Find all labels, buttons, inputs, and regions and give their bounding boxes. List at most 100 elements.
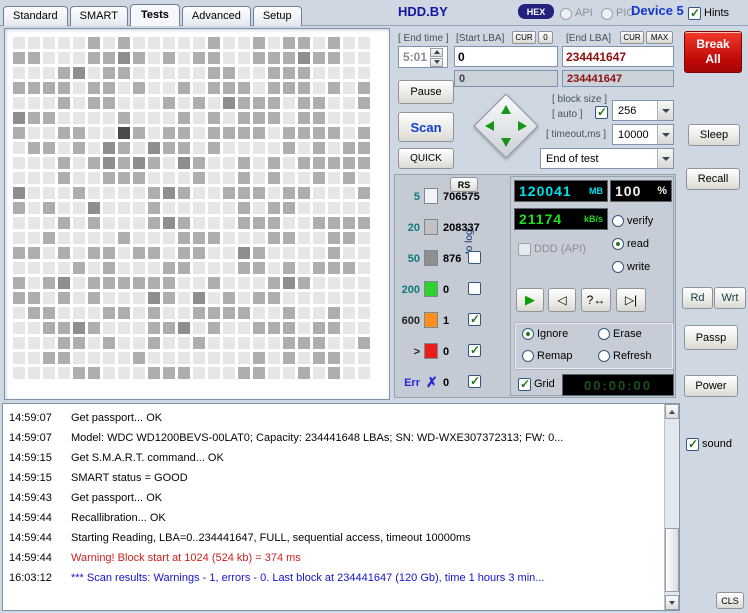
timeout-combo[interactable]: 10000 <box>612 124 674 145</box>
mode-read-radio[interactable] <box>612 238 624 250</box>
seek-right-arrow[interactable] <box>518 121 527 131</box>
passp-button[interactable]: Passp <box>684 325 738 350</box>
seek-down-arrow[interactable] <box>501 138 511 147</box>
end-time-spinner[interactable]: 5:01 <box>398 46 448 68</box>
random-read-button[interactable]: ?↔ <box>581 288 611 312</box>
dropdown-button[interactable] <box>657 101 673 120</box>
sound-checkbox[interactable] <box>686 437 699 451</box>
tab-setup[interactable]: Setup <box>252 6 302 26</box>
start-lba-cur-button[interactable]: CUR <box>512 31 536 44</box>
dropdown-button[interactable] <box>657 125 673 144</box>
pause-button[interactable]: Pause <box>398 80 454 104</box>
log-50-checkbox[interactable] <box>468 251 481 264</box>
cls-button[interactable]: CLS <box>716 592 744 609</box>
tab-tests[interactable]: Tests <box>129 4 180 26</box>
scan-block <box>283 262 295 274</box>
scan-block <box>13 307 25 319</box>
tab-smart[interactable]: SMART <box>69 6 128 26</box>
rs-button[interactable]: RS <box>450 177 478 192</box>
scan-block <box>163 202 175 214</box>
scan-block <box>148 187 160 199</box>
log-scrollbar[interactable] <box>664 404 679 610</box>
scroll-thumb[interactable] <box>665 528 679 592</box>
scan-map <box>13 37 370 379</box>
wrt-button[interactable]: Wrt <box>714 287 746 309</box>
hex-button[interactable]: HEX <box>518 4 554 19</box>
start-lba-input[interactable] <box>454 46 558 67</box>
rd-button[interactable]: Rd <box>682 287 713 309</box>
scan-block <box>238 292 250 304</box>
sleep-button[interactable]: Sleep <box>688 124 740 146</box>
scan-block <box>43 157 55 169</box>
mode-verify-radio[interactable] <box>612 215 624 227</box>
tab-advanced[interactable]: Advanced <box>181 6 251 26</box>
scan-block <box>238 262 250 274</box>
action-remap-radio[interactable] <box>522 350 534 362</box>
scan-block <box>133 322 145 334</box>
seek-pad[interactable] <box>472 92 540 160</box>
tab-standard[interactable]: Standard <box>3 6 68 26</box>
start-button[interactable]: ▶ <box>516 288 544 312</box>
spin-up-icon[interactable] <box>430 47 443 57</box>
power-button[interactable]: Power <box>684 375 738 397</box>
dropdown-button[interactable] <box>657 149 673 168</box>
scan-block <box>313 202 325 214</box>
ddd-checkbox[interactable] <box>518 243 531 256</box>
hints-checkbox[interactable] <box>688 6 701 20</box>
scan-button[interactable]: Scan <box>398 112 454 142</box>
end-lba-input[interactable] <box>562 46 674 67</box>
action-refresh-radio[interactable] <box>598 350 610 362</box>
log-timestamp: 14:59:07 <box>9 432 52 444</box>
to-end-button[interactable]: ▷| <box>616 288 646 312</box>
scroll-up-button[interactable] <box>665 404 679 419</box>
timeout-label: [ timeout,ms ] <box>546 129 607 140</box>
scan-block <box>283 352 295 364</box>
scan-block <box>88 277 100 289</box>
speed-value: 21174 <box>519 211 563 227</box>
play-icon: ▶ <box>525 292 535 307</box>
scan-block <box>313 307 325 319</box>
device-selector[interactable]: Device 5 <box>631 3 684 18</box>
start-lba-zero-button[interactable]: 0 <box>538 31 553 44</box>
spin-down-icon[interactable] <box>430 57 443 67</box>
scan-block <box>358 277 370 289</box>
bucket-200-count: 0 <box>443 284 450 296</box>
scroll-down-button[interactable] <box>665 595 679 610</box>
grid-label: Grid <box>534 378 555 390</box>
scan-block <box>58 52 70 64</box>
recall-button[interactable]: Recall <box>686 168 740 190</box>
seek-up-arrow[interactable] <box>501 105 511 114</box>
scan-block <box>133 67 145 79</box>
scan-block <box>298 157 310 169</box>
end-lba-max-button[interactable]: MAX <box>646 31 673 44</box>
log-message: SMART status = GOOD <box>71 472 188 484</box>
end-lba-cur-button[interactable]: CUR <box>620 31 644 44</box>
scan-block <box>88 292 100 304</box>
mode-write-radio[interactable] <box>612 261 624 273</box>
action-ignore-radio[interactable] <box>522 328 534 340</box>
backward-button[interactable]: ◁ <box>548 288 576 312</box>
log-over-checkbox[interactable] <box>468 343 481 357</box>
log-timestamp: 14:59:44 <box>9 552 52 564</box>
scan-block <box>118 217 130 229</box>
grid-checkbox[interactable] <box>518 377 531 391</box>
end-action-combo[interactable]: End of test <box>540 148 674 169</box>
pio-radio[interactable] <box>601 8 613 20</box>
break-all-button[interactable]: Break All <box>684 31 742 73</box>
scan-block <box>268 277 280 289</box>
scan-block <box>58 292 70 304</box>
arrow-down-icon <box>669 600 675 605</box>
seek-left-arrow[interactable] <box>485 121 494 131</box>
log-200-checkbox[interactable] <box>468 282 481 295</box>
log-err-checkbox[interactable] <box>468 374 481 388</box>
seek-pad-body[interactable] <box>473 93 539 159</box>
log-600-checkbox[interactable] <box>468 312 481 326</box>
scan-block <box>148 52 160 64</box>
block-size-combo[interactable]: 256 <box>612 100 674 121</box>
scan-block <box>328 142 340 154</box>
action-erase-radio[interactable] <box>598 328 610 340</box>
bucket-5-swatch <box>424 188 438 204</box>
api-radio[interactable] <box>560 8 572 20</box>
auto-checkbox[interactable] <box>595 105 608 119</box>
quick-button[interactable]: QUICK <box>398 148 454 169</box>
